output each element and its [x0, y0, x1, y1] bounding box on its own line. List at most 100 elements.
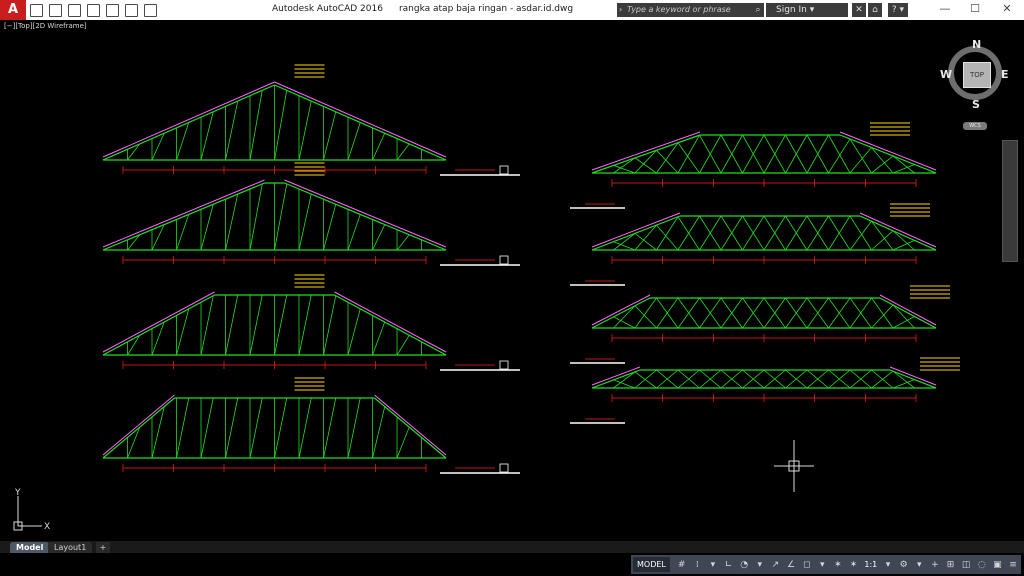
truss-web	[323, 397, 337, 459]
truss-web	[677, 142, 700, 174]
truss-web	[613, 379, 636, 389]
plot-icon[interactable]	[106, 3, 119, 17]
open-file-icon[interactable]	[49, 3, 62, 17]
minimize-button[interactable]: —	[930, 2, 960, 15]
grid-icon[interactable]: #	[677, 560, 687, 570]
truss-web	[613, 316, 636, 329]
truss-web	[396, 143, 410, 161]
a360-icon[interactable]: ⌂	[868, 3, 882, 17]
compass-west[interactable]: W	[940, 68, 952, 81]
annotation-visibility-icon[interactable]: ✶	[833, 560, 843, 570]
polar-icon[interactable]: ◔	[739, 560, 749, 570]
rafter-line	[374, 394, 447, 456]
redo-icon[interactable]	[144, 3, 157, 17]
isolate-objects-icon[interactable]: ◌	[977, 560, 987, 570]
truss-web	[892, 155, 915, 174]
truss-web	[372, 321, 386, 356]
truss-web	[613, 305, 636, 329]
truss-web	[347, 308, 361, 356]
truss-web	[323, 295, 337, 356]
truss-web	[274, 294, 288, 356]
ucs-y-label: Y	[14, 488, 21, 498]
truss-web	[892, 304, 915, 329]
exchange-icon[interactable]: ✕	[852, 3, 866, 17]
search-icon[interactable]: ⌕	[752, 3, 764, 17]
rafter-line	[102, 81, 275, 158]
compass-north[interactable]: N	[972, 38, 981, 51]
object-snap-tracking-icon[interactable]: ∠	[786, 560, 796, 570]
truss-web	[892, 164, 915, 174]
truss-web	[200, 111, 214, 161]
truss-web	[176, 214, 190, 251]
new-file-icon[interactable]	[30, 3, 43, 17]
truss-web	[613, 371, 636, 389]
truss-web	[656, 224, 679, 251]
save-as-icon[interactable]	[87, 3, 100, 17]
sign-in-label: Sign In	[776, 5, 807, 15]
rafter-line	[839, 131, 937, 171]
window-title: Autodesk AutoCAD 2016 rangka atap baja ri…	[272, 4, 573, 14]
units-icon[interactable]: ⊞	[946, 560, 956, 570]
undo-icon[interactable]	[125, 3, 138, 17]
truss-web	[871, 230, 894, 251]
truss-web	[914, 316, 937, 329]
help-icon[interactable]: ? ▾	[888, 3, 908, 17]
truss-web	[372, 224, 386, 251]
viewcube[interactable]: TOP N S E W	[940, 38, 1012, 111]
navigation-bar[interactable]	[1002, 140, 1018, 262]
annotation-monitor-icon[interactable]: +	[930, 560, 940, 570]
truss-web	[274, 90, 288, 161]
search-input[interactable]: › Type a keyword or phrase	[617, 3, 760, 17]
scale-dropdown-icon[interactable]: ▾	[883, 560, 893, 570]
application-menu-button[interactable]: A	[0, 0, 26, 20]
workspace-gear-icon[interactable]: ⚙	[899, 560, 909, 570]
truss-web	[249, 397, 263, 459]
save-icon[interactable]	[68, 3, 81, 17]
truss-web	[656, 150, 679, 174]
isodraft-icon[interactable]: ↗	[771, 560, 781, 570]
customization-icon[interactable]: ≡	[1008, 560, 1018, 570]
crosshair-cursor	[774, 440, 814, 492]
object-snap-icon[interactable]: ◻	[802, 560, 812, 570]
truss-web	[634, 233, 657, 251]
tab-model[interactable]: Model	[10, 542, 50, 553]
truss-web	[323, 111, 337, 161]
section-marker	[499, 463, 509, 473]
compass-south[interactable]: S	[972, 98, 980, 111]
compass-east[interactable]: E	[1001, 68, 1009, 81]
truss-web	[613, 157, 636, 174]
snap-icon[interactable]: ⁞	[693, 560, 703, 570]
truss-top-chord	[591, 297, 651, 329]
rafter-line	[102, 394, 175, 456]
truss-web	[634, 297, 657, 329]
drawing-canvas[interactable]	[0, 20, 1024, 541]
truss-web	[892, 240, 915, 251]
truss-web	[298, 397, 312, 459]
polar-dropdown-icon[interactable]: ▾	[755, 560, 765, 570]
graphics-performance-icon[interactable]: ▣	[993, 560, 1003, 570]
model-space-button[interactable]: MODEL	[633, 557, 670, 572]
maximize-button[interactable]: ☐	[960, 2, 990, 15]
close-button[interactable]: ✕	[992, 2, 1022, 15]
auto-scale-icon[interactable]: ✶	[849, 560, 859, 570]
truss-web	[200, 397, 214, 459]
ortho-icon[interactable]: ∟	[724, 560, 734, 570]
add-layout-button[interactable]: +	[96, 542, 110, 553]
quick-properties-icon[interactable]: ◫	[961, 560, 971, 570]
layout-tabs: Model Layout1 +	[0, 541, 1024, 553]
truss-top-chord	[374, 397, 447, 459]
wcs-menu[interactable]: WCS	[963, 122, 987, 130]
truss-web	[396, 234, 410, 251]
truss-web	[176, 397, 190, 459]
annotation-scale[interactable]: 1:1	[864, 560, 877, 569]
tab-layout1[interactable]: Layout1	[48, 542, 93, 553]
truss-web	[656, 142, 679, 174]
object-snap-dropdown-icon[interactable]: ▾	[818, 560, 828, 570]
truss-web	[677, 134, 700, 174]
viewcube-top-face[interactable]: TOP	[963, 62, 991, 88]
snap-dropdown-icon[interactable]: ▾	[708, 560, 718, 570]
status-toggles: MODEL # ⁞ ▾ ∟ ◔ ▾ ↗ ∠ ◻ ▾ ✶ ✶ 1:1 ▾ ⚙ ▾ …	[631, 555, 1021, 574]
workspace-dropdown-icon[interactable]: ▾	[915, 560, 925, 570]
truss-web	[871, 297, 894, 329]
sign-in-button[interactable]: Sign In ▾	[766, 3, 848, 17]
